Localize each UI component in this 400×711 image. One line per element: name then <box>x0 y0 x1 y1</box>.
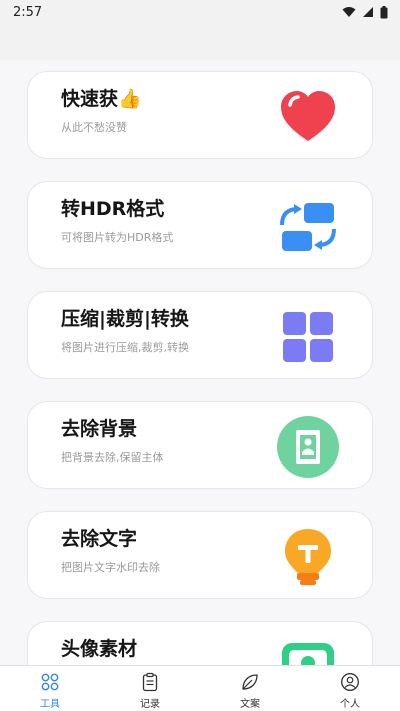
avatar-photo-icon <box>276 635 340 665</box>
grid-icon <box>276 305 340 369</box>
tool-card-compress[interactable]: 压缩|裁剪|转换 将图片进行压缩,裁剪,转换 <box>27 291 373 379</box>
signal-icon <box>363 7 373 17</box>
tool-list: 快速获👍 从此不愁没赞 转HDR格式 可将图片转为HDR格式 压缩|裁剪|转换 … <box>0 60 400 665</box>
tab-label: 工具 <box>40 699 60 710</box>
tool-card-remove-text[interactable]: 去除文字 把图片文字水印去除 <box>27 511 373 599</box>
tab-label: 文案 <box>240 699 260 710</box>
tab-copywriting[interactable]: 文案 <box>200 666 300 711</box>
document-portrait-icon <box>276 415 340 479</box>
card-title: 压缩|裁剪|转换 <box>61 308 189 330</box>
tab-label: 个人 <box>340 699 360 710</box>
card-title: 转HDR格式 <box>61 198 165 220</box>
battery-icon <box>380 5 388 18</box>
tool-card-likes[interactable]: 快速获👍 从此不愁没赞 <box>27 71 373 159</box>
person-icon <box>341 673 359 691</box>
convert-arrows-icon <box>276 195 340 259</box>
tab-profile[interactable]: 个人 <box>300 666 400 711</box>
card-title: 快速获👍 <box>61 88 142 110</box>
leaf-icon <box>242 674 258 690</box>
status-time: 2:57 <box>13 4 43 20</box>
card-title: 头像素材 <box>61 638 138 660</box>
status-bar: 2:57 <box>0 0 400 24</box>
bottom-tab-bar: 工具 记录 文案 个人 <box>0 665 400 711</box>
tools-icon <box>41 673 59 691</box>
header-band <box>0 24 400 60</box>
lightbulb-icon <box>276 525 340 589</box>
card-title: 去除文字 <box>61 528 138 550</box>
tab-label: 记录 <box>140 699 160 710</box>
heart-icon <box>276 85 340 149</box>
card-title: 去除背景 <box>61 418 138 440</box>
card-subtitle: 可将图片转为HDR格式 <box>61 231 174 244</box>
card-subtitle: 从此不愁没赞 <box>61 121 127 134</box>
status-icons <box>342 5 388 19</box>
card-subtitle: 把背景去除,保留主体 <box>61 451 164 464</box>
card-subtitle: 将图片进行压缩,裁剪,转换 <box>61 341 189 354</box>
tool-card-avatar[interactable]: 头像素材 <box>27 621 373 665</box>
tool-card-hdr[interactable]: 转HDR格式 可将图片转为HDR格式 <box>27 181 373 269</box>
tab-tools[interactable]: 工具 <box>0 666 100 711</box>
wifi-icon <box>342 7 356 17</box>
tab-records[interactable]: 记录 <box>100 666 200 711</box>
tool-card-remove-bg[interactable]: 去除背景 把背景去除,保留主体 <box>27 401 373 489</box>
clipboard-icon <box>142 672 158 692</box>
card-subtitle: 把图片文字水印去除 <box>61 561 160 574</box>
